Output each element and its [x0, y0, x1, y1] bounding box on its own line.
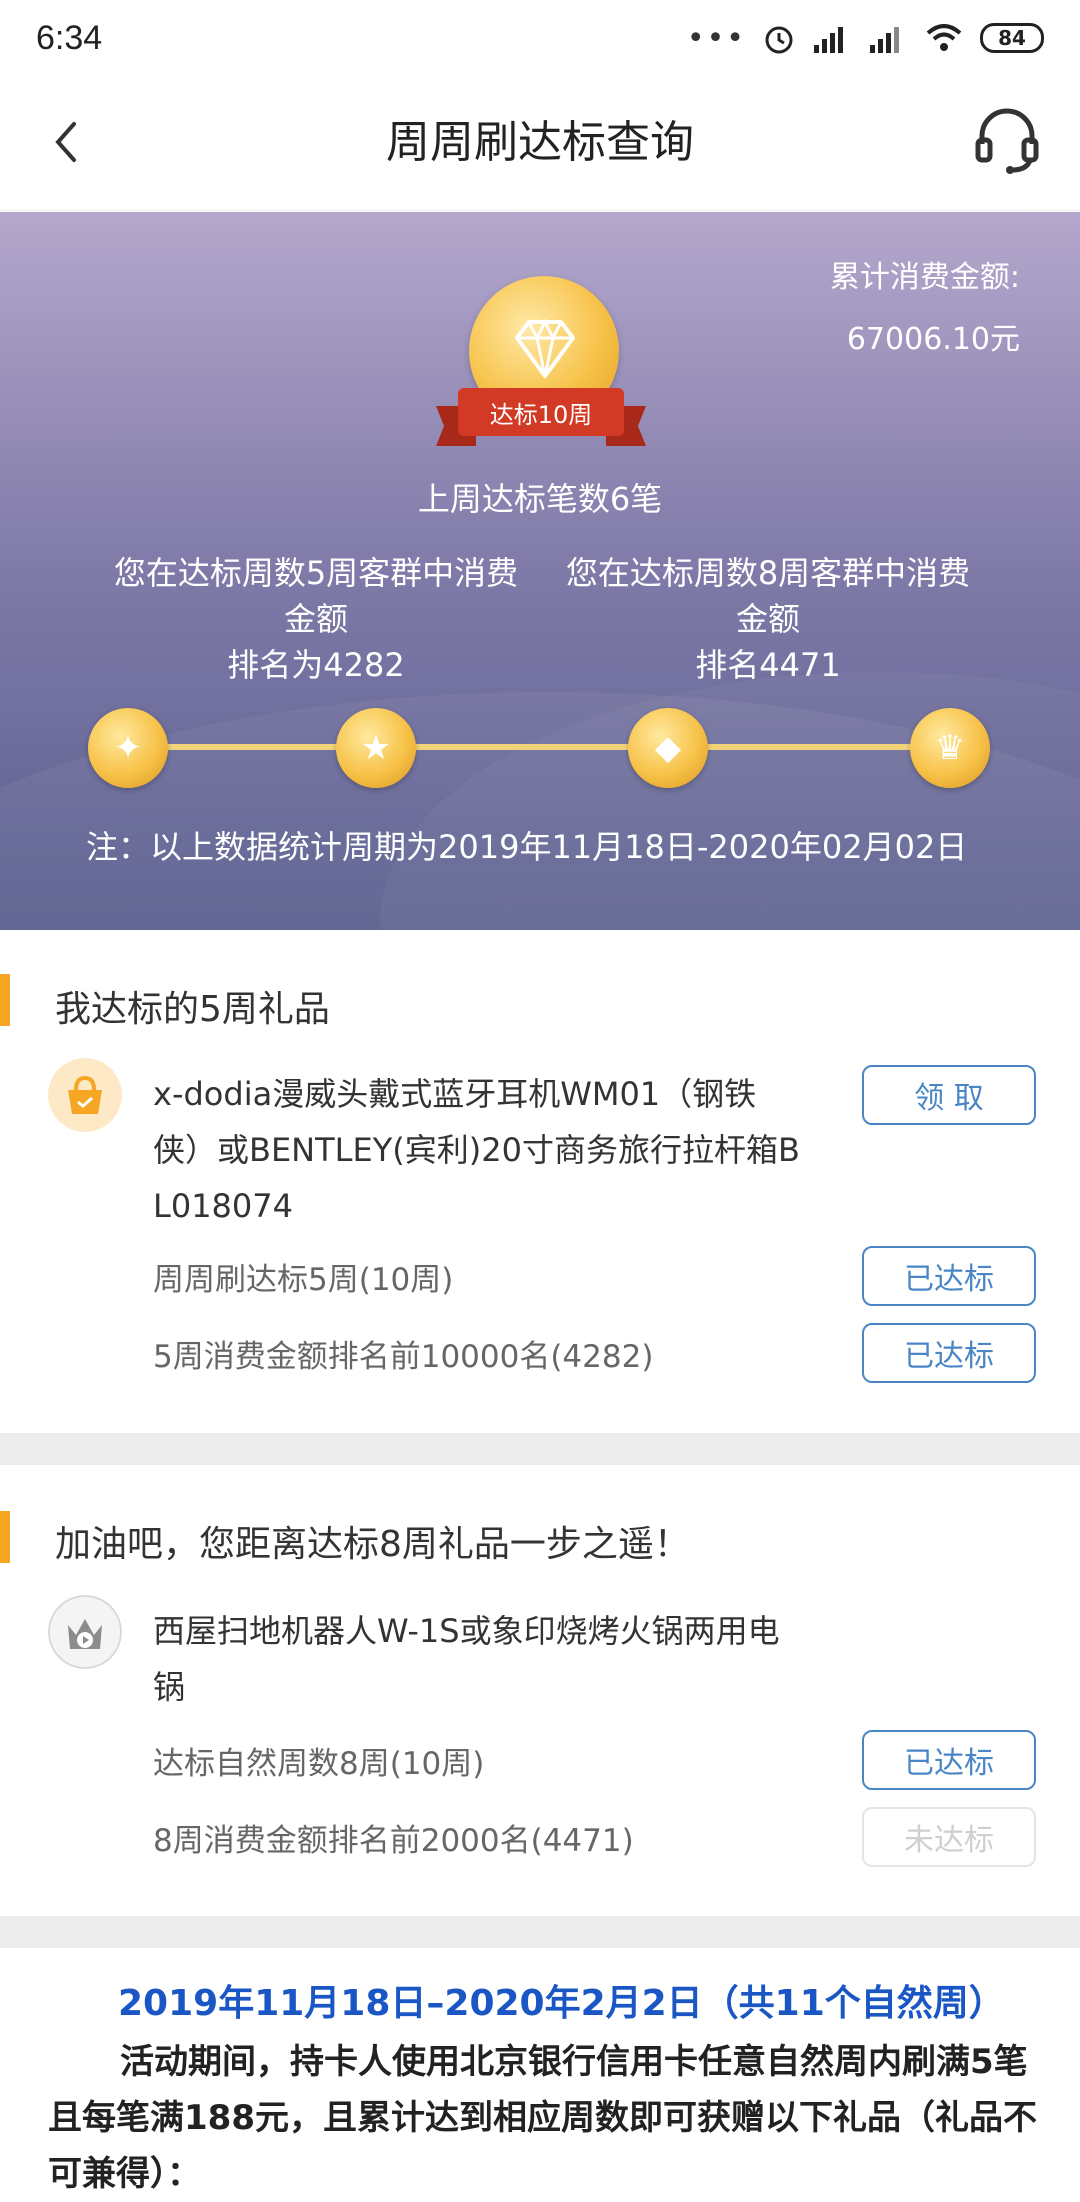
status-time: 6:34: [36, 18, 103, 57]
gift-name: x-dodia漫威头戴式蓝牙耳机WM01（钢铁 侠）或BENTLEY(宾利)20…: [153, 1066, 813, 1234]
alarm-icon: [765, 26, 793, 54]
rank-5-week-line: 金额: [283, 600, 348, 638]
signal-2-icon: [870, 27, 899, 53]
headset-support-icon[interactable]: [972, 104, 1042, 174]
rank-8-week: 您在达标周数8周客群中消费 金额 排名4471: [548, 550, 988, 688]
total-spend-value: 67006.10元: [846, 322, 1020, 357]
rank-8-week-value: 排名4471: [695, 646, 841, 684]
claim-button[interactable]: 领 取: [862, 1065, 1036, 1125]
gift-name-line: L018074: [153, 1187, 293, 1225]
condition-weeks: 达标自然周数8周(10周): [153, 1746, 485, 1782]
stars-medal-icon: ★: [336, 708, 416, 788]
status-icons: ••• 84: [687, 21, 1044, 56]
crown-play-icon: [48, 1595, 122, 1669]
rank-5-week-line: 您在达标周数5周客群中消费: [113, 554, 519, 592]
shopping-bag-icon: [48, 1058, 122, 1132]
battery-icon: 84: [980, 23, 1044, 53]
section-accent-bar: [0, 1511, 10, 1563]
gift-name: 西屋扫地机器人W-1S或象印烧烤火锅两用电 锅: [153, 1603, 813, 1715]
section-divider: [0, 1916, 1080, 1948]
progress-track: [126, 744, 986, 750]
nav-bar: 周周刷达标查询: [0, 76, 1080, 211]
statistics-period-note: 注：以上数据统计周期为2019年11月18日-2020年02月02日: [86, 828, 968, 866]
condition-ranking: 5周消费金额排名前10000名(4282): [153, 1339, 654, 1375]
medal-badge-label: 达标10周: [458, 388, 624, 436]
diamond-medal-icon: ◆: [628, 708, 708, 788]
condition-status-badge[interactable]: 已达标: [862, 1246, 1036, 1306]
gift-name-line: 西屋扫地机器人W-1S或象印烧烤火锅两用电: [153, 1612, 780, 1650]
rank-8-week-line: 您在达标周数8周客群中消费: [565, 554, 971, 592]
condition-status-badge: 未达标: [862, 1807, 1036, 1867]
last-week-count: 上周达标笔数6笔: [417, 480, 663, 518]
condition-status-badge[interactable]: 已达标: [862, 1730, 1036, 1790]
activity-period: 2019年11月18日–2020年2月2日（共11个自然周）: [118, 1983, 1005, 2024]
status-bar: 6:34 ••• 84: [0, 0, 1080, 76]
activity-description: 活动期间，持卡人使用北京银行信用卡任意自然周内刷满5笔且每笔满188元，且累计达…: [48, 2042, 1037, 2194]
gift-name-line: x-dodia漫威头戴式蓝牙耳机WM01（钢铁: [153, 1075, 757, 1113]
achievement-medal: 达标10周: [436, 276, 646, 466]
activity-rules: 2019年11月18日–2020年2月2日（共11个自然周） 活动期间，持卡人使…: [0, 1950, 1080, 2194]
section-divider: [0, 1433, 1080, 1465]
medal-ribbon: 达标10周: [436, 388, 646, 458]
rank-5-week: 您在达标周数5周客群中消费 金额 排名为4282: [96, 550, 536, 688]
total-spend-label: 累计消费金额:: [829, 260, 1020, 295]
gift-section-5-week: 我达标的5周礼品 x-dodia漫威头戴式蓝牙耳机WM01（钢铁 侠）或BENT…: [0, 930, 1080, 1433]
gift-name-line: 侠）或BENTLEY(宾利)20寸商务旅行拉杆箱B: [153, 1131, 800, 1169]
sparkle-medal-icon: ✦: [88, 708, 168, 788]
gift-name-line: 锅: [153, 1668, 186, 1706]
signal-icon: [814, 27, 843, 53]
rank-8-week-line: 金额: [735, 600, 800, 638]
condition-status-badge[interactable]: 已达标: [862, 1323, 1036, 1383]
condition-weeks: 周周刷达标5周(10周): [153, 1262, 454, 1298]
gift-section-8-week: 加油吧，您距离达标8周礼品一步之遥！ 西屋扫地机器人W-1S或象印烧烤火锅两用电…: [0, 1465, 1080, 1916]
summary-banner: 累计消费金额: 67006.10元 达标10周 上周达标笔数6笔 您在达标周数5…: [0, 212, 1080, 930]
diamond-icon: [515, 318, 575, 378]
crown-medal-icon: ♛: [910, 708, 990, 788]
section-title: 我达标的5周礼品: [55, 989, 330, 1030]
section-title: 加油吧，您距离达标8周礼品一步之遥！: [55, 1524, 690, 1565]
section-accent-bar: [0, 974, 10, 1026]
more-dots-icon: •••: [686, 20, 746, 56]
wifi-icon: [926, 24, 962, 51]
condition-ranking: 8周消费金额排名前2000名(4471): [153, 1823, 634, 1859]
rank-5-week-value: 排名为4282: [227, 646, 405, 684]
page-title: 周周刷达标查询: [386, 117, 694, 168]
